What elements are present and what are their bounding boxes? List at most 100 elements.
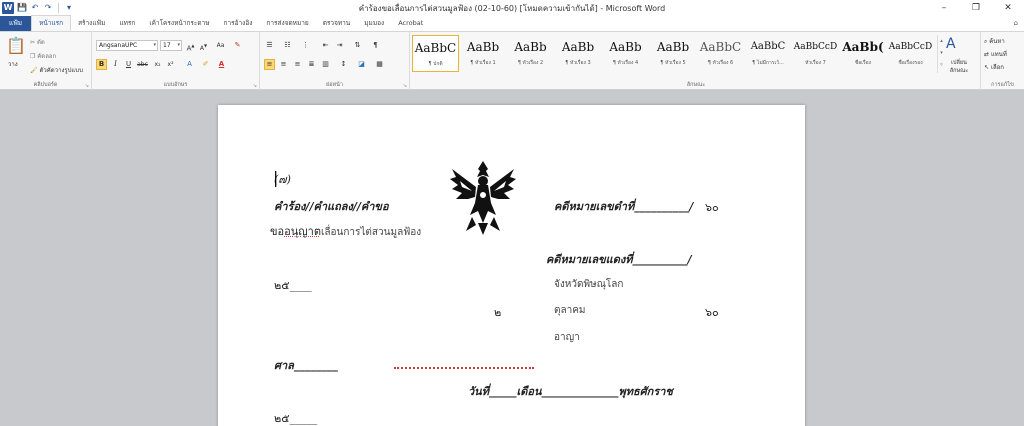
align-right-icon[interactable]: ≡	[292, 59, 303, 70]
replace-button[interactable]: ⇄ แทนที่	[984, 49, 1007, 59]
help-icon[interactable]: ⌂	[1014, 19, 1018, 27]
editing-group: ⌕ ค้นหา ⇄ แทนที่ ↖ เลือก การแก้ไข	[981, 32, 1024, 90]
case-black-year: ๖๐	[705, 201, 719, 214]
clipboard-launcher-icon[interactable]: ↘	[85, 83, 89, 89]
scissors-icon: ✂	[30, 39, 37, 46]
sort-icon[interactable]: ⇅	[352, 40, 363, 51]
strikethrough-button[interactable]: abc	[137, 59, 148, 70]
show-marks-icon[interactable]: ¶	[370, 40, 381, 51]
tab-home[interactable]: หน้าแรก	[31, 15, 72, 31]
paste-icon[interactable]: 📋	[6, 36, 26, 55]
copy-label: คัดลอก	[37, 53, 57, 60]
italic-button[interactable]: I	[110, 59, 121, 70]
close-button[interactable]: ✕	[992, 0, 1024, 16]
tab-review[interactable]: ตรวจทาน	[316, 16, 358, 31]
underline-button[interactable]: U	[123, 59, 134, 70]
minimize-button[interactable]: –	[928, 0, 960, 16]
customize-qat-icon[interactable]: ▾	[64, 2, 74, 14]
chevron-down-icon: ▾	[153, 42, 156, 48]
decrease-indent-icon[interactable]: ⇤	[320, 40, 331, 51]
tab-file[interactable]: แฟ้ม	[0, 16, 32, 31]
format-painter-label: ตัวคัดวางรูปแบบ	[39, 67, 83, 74]
tab-references[interactable]: การอ้างอิง	[217, 16, 260, 31]
font-size-select[interactable]: 17 ▾	[160, 40, 182, 51]
justify-icon[interactable]: ≣	[306, 59, 317, 70]
bullets-icon[interactable]: ☰	[264, 40, 275, 51]
copy-button[interactable]: ❐ คัดลอก	[30, 51, 56, 61]
format-painter-button[interactable]: 🖌 ตัวคัดวางรูปแบบ	[30, 65, 83, 75]
day-number: ๒	[494, 306, 502, 319]
numbering-icon[interactable]: ☷	[282, 40, 293, 51]
increase-indent-icon[interactable]: ⇥	[334, 40, 345, 51]
year-number: ๖๐	[705, 306, 719, 319]
editing-group-label: การแก้ไข	[991, 82, 1014, 88]
tab-new-file[interactable]: สร้างแฟ้ม	[71, 16, 112, 31]
change-styles-icon[interactable]: A	[946, 36, 956, 52]
title-bar: W 💾 ↶ ↷ ▾ คำร้องขอเลื่อนการไต่สวนมูลฟ้อง…	[0, 0, 1024, 16]
save-icon[interactable]: 💾	[17, 2, 27, 14]
subject-part-a: ขอ	[270, 225, 285, 238]
paragraph-launcher-icon[interactable]: ↘	[403, 83, 407, 89]
qat-separator	[58, 3, 59, 13]
font-group-label: แบบอักษร	[163, 82, 188, 88]
redo-icon[interactable]: ↷	[43, 2, 53, 14]
font-group: AngsanaUPC ▾ 17 ▾ A▲ A▼ Aa ✎ B I U abc x₂ …	[92, 32, 260, 90]
clear-formatting-icon[interactable]: ✎	[232, 40, 243, 51]
province: จังหวัดพิษณุโลก	[554, 279, 624, 290]
superscript-button[interactable]: x²	[165, 59, 176, 70]
multilevel-list-icon[interactable]: ⋮	[300, 40, 311, 51]
undo-icon[interactable]: ↶	[30, 2, 40, 14]
font-color-icon[interactable]: A	[216, 59, 227, 70]
subscript-button[interactable]: x₂	[152, 59, 163, 70]
spellcheck-underline	[394, 367, 534, 369]
date-line: วันที่_____เดือน______________พุทธศักราช	[468, 385, 673, 398]
align-left-icon[interactable]: ≡	[264, 59, 275, 70]
case-black-number: คดีหมายเลขดำที่__________/	[554, 200, 694, 213]
borders-icon[interactable]: ▦	[374, 59, 385, 70]
thai-distributed-icon[interactable]: ▥	[320, 59, 331, 70]
word-app-icon[interactable]: W	[2, 2, 14, 14]
heading-request-types: คำร้อง//คำแถลง//คำขอ	[274, 200, 389, 213]
document-workspace[interactable]: (๗) | คำร้อง//คำแถลง//คำขอ คดีหมายเลขดำท…	[0, 91, 1024, 426]
shading-icon[interactable]: ◪	[356, 59, 367, 70]
tab-insert[interactable]: แทรก	[112, 16, 142, 31]
text-effects-icon[interactable]: A	[184, 59, 195, 70]
tab-page-layout[interactable]: เค้าโครงหน้ากระดาษ	[142, 16, 216, 31]
paragraph-group: ☰ ☷ ⋮ ⇤ ⇥ ⇅ ¶ ≡ ≡ ≡ ≣ ▥ ↕ ◪ ▦ ย่อหน้า ↘	[260, 32, 410, 90]
change-case-icon[interactable]: Aa	[215, 40, 226, 51]
subject-request: ขออนุญาตเลื่อนการไต่สวนมูลฟ้อง	[270, 222, 421, 240]
font-launcher-icon[interactable]: ↘	[253, 83, 257, 89]
change-styles-label[interactable]: เปลี่ยนลักษณะ	[944, 59, 974, 75]
chevron-down-icon: ▾	[177, 42, 180, 48]
font-name-value: AngsanaUPC	[99, 42, 138, 49]
cursor-icon: ↖	[984, 64, 991, 71]
tab-acrobat[interactable]: Acrobat	[391, 16, 430, 31]
replace-icon: ⇄	[984, 51, 991, 58]
find-label: ค้นหา	[989, 38, 1005, 45]
find-button[interactable]: ⌕ ค้นหา	[984, 36, 1005, 46]
line-spacing-icon[interactable]: ↕	[338, 59, 349, 70]
window-controls: – ❐ ✕	[928, 0, 1024, 16]
replace-label: แทนที่	[990, 51, 1007, 58]
document-page[interactable]: (๗) | คำร้อง//คำแถลง//คำขอ คดีหมายเลขดำท…	[218, 105, 805, 426]
font-name-select[interactable]: AngsanaUPC ▾	[96, 40, 158, 51]
align-center-icon[interactable]: ≡	[278, 59, 289, 70]
shrink-font-icon[interactable]: A▼	[198, 40, 209, 52]
styles-group: ลักษณะ	[412, 32, 981, 90]
select-label: เลือก	[990, 64, 1004, 71]
tab-view[interactable]: มุมมอง	[357, 16, 391, 31]
cut-button[interactable]: ✂ ตัด	[30, 37, 45, 47]
tab-mailings[interactable]: การส่งจดหมาย	[259, 16, 315, 31]
cut-label: ตัด	[36, 39, 45, 46]
bold-button[interactable]: B	[96, 59, 107, 70]
month: ตุลาคม	[554, 305, 586, 316]
styles-group-label: ลักษณะ	[686, 82, 706, 88]
brush-icon: 🖌	[30, 67, 40, 74]
court-line: ศาล________	[274, 359, 338, 372]
restore-button[interactable]: ❐	[960, 0, 992, 16]
select-button[interactable]: ↖ เลือก	[984, 62, 1004, 72]
clipboard-group-label: คลิปบอร์ด	[33, 82, 58, 88]
highlight-icon[interactable]: ✐	[200, 59, 211, 70]
paste-button-label[interactable]: วาง	[8, 59, 18, 69]
grow-font-icon[interactable]: A▲	[185, 40, 196, 52]
